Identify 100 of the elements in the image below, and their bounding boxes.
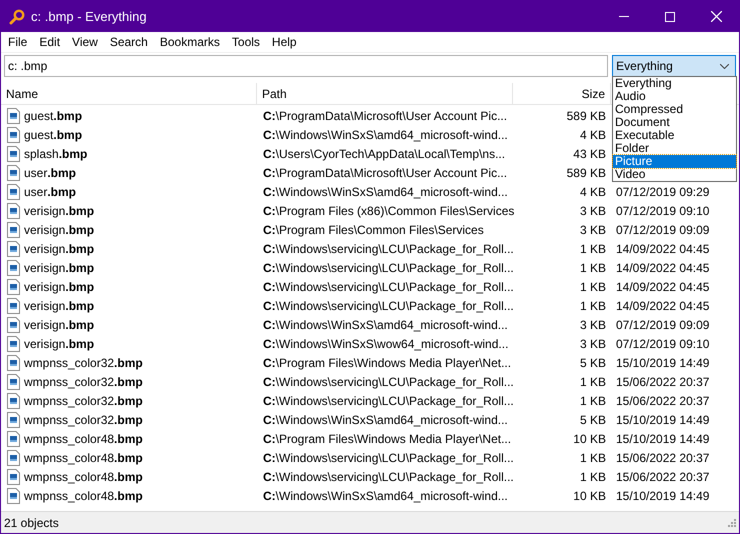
file-name: wmpnss_color32.bmp bbox=[24, 412, 143, 428]
file-size: 4 KB bbox=[580, 184, 606, 200]
column-header[interactable]: Name bbox=[1, 83, 257, 104]
column-header[interactable]: Path bbox=[257, 83, 513, 104]
file-name: verisign.bmp bbox=[24, 202, 94, 220]
file-name: wmpnss_color32.bmp bbox=[24, 392, 143, 410]
file-path: C:\Program Files\Windows Media Player\Net... bbox=[263, 432, 512, 446]
image-file-icon bbox=[7, 146, 20, 162]
image-file-icon bbox=[7, 202, 20, 218]
file-size: 3 KB bbox=[580, 202, 606, 220]
modified-date: 15/10/2019 14:49 bbox=[616, 430, 710, 448]
image-file-icon bbox=[7, 412, 20, 428]
dropdown-option[interactable]: Audio bbox=[613, 90, 736, 103]
image-file-icon bbox=[7, 488, 20, 504]
dropdown-option[interactable]: Compressed bbox=[613, 103, 736, 116]
file-name: wmpnss_color32.bmp bbox=[24, 354, 143, 372]
file-name: verisign.bmp bbox=[24, 278, 94, 296]
file-name: verisign.bmp bbox=[24, 336, 94, 352]
modified-date: 15/06/2022 20:37 bbox=[616, 468, 710, 486]
file-path: C:\Program Files (x86)\Common Files\Services bbox=[263, 204, 514, 218]
file-path: C:\ProgramData\Microsoft\User Account Pic... bbox=[263, 108, 508, 122]
modified-date: 15/06/2022 20:37 bbox=[616, 392, 710, 410]
modified-date: 14/09/2022 04:45 bbox=[616, 260, 710, 276]
image-file-icon bbox=[7, 278, 20, 294]
image-file-icon bbox=[7, 298, 20, 314]
file-size: 1 KB bbox=[580, 374, 606, 390]
file-name: verisign.bmp bbox=[24, 316, 94, 334]
image-file-icon bbox=[7, 316, 20, 332]
modified-date: 15/10/2019 14:49 bbox=[616, 354, 710, 372]
file-name: verisign.bmp bbox=[24, 260, 94, 276]
file-size: 589 KB bbox=[566, 164, 606, 182]
image-file-icon bbox=[7, 108, 20, 124]
file-name: wmpnss_color48.bmp bbox=[24, 468, 143, 486]
file-path: C:\Program Files\Windows Media Player\Net... bbox=[263, 356, 512, 370]
dropdown-option[interactable]: Picture bbox=[613, 155, 736, 168]
menu-item[interactable]: Tools bbox=[226, 32, 266, 52]
file-path: C:\Windows\WinSxS\amd64_microsoft-wind... bbox=[263, 488, 508, 502]
modified-date: 07/12/2019 09:10 bbox=[616, 336, 710, 352]
image-file-icon bbox=[7, 354, 20, 370]
dropdown-option[interactable]: Executable bbox=[613, 129, 736, 142]
minimize-icon bbox=[619, 16, 629, 17]
image-file-icon bbox=[7, 450, 20, 466]
menu-item[interactable]: Search bbox=[104, 32, 154, 52]
modified-date: 15/10/2019 14:49 bbox=[616, 412, 710, 428]
file-size: 10 KB bbox=[573, 430, 606, 448]
file-size: 3 KB bbox=[580, 222, 606, 238]
image-file-icon bbox=[7, 184, 20, 200]
chevron-down-icon bbox=[720, 64, 729, 68]
file-name: splash.bmp bbox=[24, 146, 88, 162]
dropdown-option[interactable]: Video bbox=[613, 168, 736, 181]
file-name: verisign.bmp bbox=[24, 298, 94, 314]
column-header[interactable]: Size bbox=[513, 83, 611, 104]
image-file-icon bbox=[7, 126, 20, 142]
menu-item[interactable]: Help bbox=[266, 32, 303, 52]
file-size: 10 KB bbox=[573, 488, 606, 504]
image-file-icon bbox=[7, 164, 20, 180]
file-name: wmpnss_color48.bmp bbox=[24, 450, 143, 466]
file-name: wmpnss_color48.bmp bbox=[24, 488, 143, 504]
file-name: wmpnss_color32.bmp bbox=[24, 374, 143, 390]
file-path: C:\Windows\servicing\LCU\Package_for_Roll... bbox=[263, 470, 514, 484]
image-file-icon bbox=[7, 430, 20, 446]
window-title: c: .bmp - Everything bbox=[31, 8, 147, 26]
dropdown-option[interactable]: Folder bbox=[613, 142, 736, 155]
modified-date: 15/06/2022 20:37 bbox=[616, 374, 710, 390]
file-name: guest.bmp bbox=[24, 126, 82, 144]
menu-item[interactable]: Bookmarks bbox=[154, 32, 226, 52]
file-name: verisign.bmp bbox=[24, 240, 94, 258]
file-name: wmpnss_color48.bmp bbox=[24, 430, 143, 448]
file-path: C:\Windows\WinSxS\amd64_microsoft-wind... bbox=[263, 128, 508, 142]
menu-item[interactable]: File bbox=[2, 32, 34, 52]
file-path: C:\Users\CyorTech\AppData\Local\Temp\ns... bbox=[263, 146, 506, 160]
close-icon bbox=[710, 11, 722, 22]
file-size: 3 KB bbox=[580, 336, 606, 352]
search-field[interactable]: c: .bmp bbox=[4, 55, 608, 77]
menu-item[interactable]: View bbox=[66, 32, 104, 52]
file-path: C:\Windows\WinSxS\wow64_microsoft-wind... bbox=[263, 336, 508, 350]
image-file-icon bbox=[7, 374, 20, 390]
menu-item[interactable]: Edit bbox=[33, 32, 66, 52]
file-path: C:\Windows\servicing\LCU\Package_for_Roll... bbox=[263, 450, 514, 464]
file-path: C:\Windows\WinSxS\amd64_microsoft-wind... bbox=[263, 412, 508, 426]
modified-date: 14/09/2022 04:45 bbox=[616, 240, 710, 258]
file-size: 43 KB bbox=[573, 146, 606, 162]
file-path: C:\Program Files\Common Files\Services bbox=[263, 222, 484, 236]
file-size: 1 KB bbox=[580, 392, 606, 410]
file-size: 4 KB bbox=[580, 126, 606, 144]
dropdown-option[interactable]: Document bbox=[613, 116, 736, 129]
file-path: C:\ProgramData\Microsoft\User Account Pic... bbox=[263, 166, 508, 180]
modified-date: 15/06/2022 20:37 bbox=[616, 450, 710, 466]
file-name: user.bmp bbox=[24, 164, 76, 182]
status-text: 21 objects bbox=[4, 514, 59, 532]
file-name: user.bmp bbox=[24, 184, 76, 200]
resize-grip-icon[interactable] bbox=[728, 518, 736, 526]
file-path: C:\Windows\WinSxS\amd64_microsoft-wind... bbox=[263, 184, 508, 198]
file-size: 1 KB bbox=[580, 298, 606, 314]
filter-dropdown[interactable]: Everything bbox=[612, 55, 736, 77]
file-size: 5 KB bbox=[580, 354, 606, 372]
modified-date: 07/12/2019 09:29 bbox=[616, 184, 710, 200]
dropdown-option[interactable]: Everything bbox=[613, 77, 736, 90]
file-path: C:\Windows\servicing\LCU\Package_for_Roll... bbox=[263, 374, 514, 388]
file-name: guest.bmp bbox=[24, 108, 82, 124]
